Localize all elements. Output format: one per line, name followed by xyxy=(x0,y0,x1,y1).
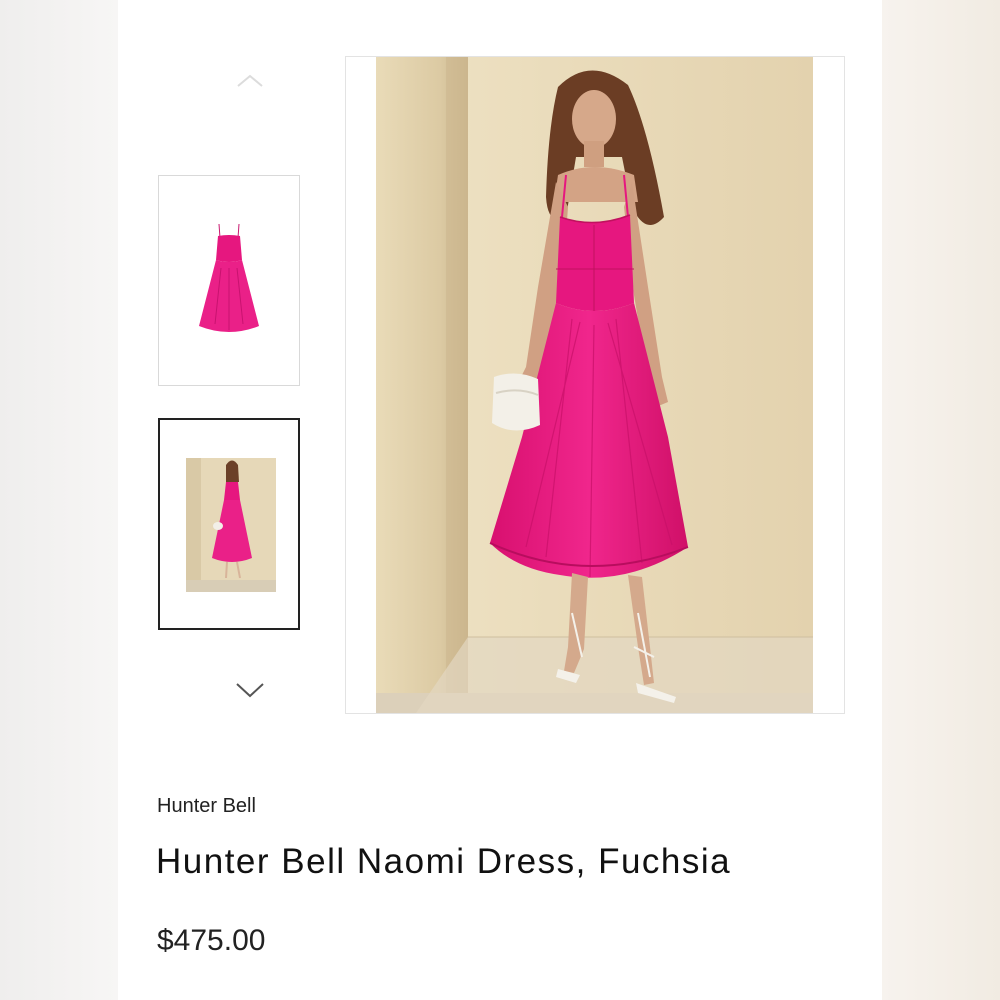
product-price: $475.00 xyxy=(157,924,266,957)
thumbnail-dress-flatlay[interactable] xyxy=(158,175,300,386)
model-in-dress-image xyxy=(376,57,813,713)
page: Hunter Bell Hunter Bell Naomi Dress, Fuc… xyxy=(0,0,1000,1000)
model-photo-image xyxy=(186,458,276,592)
chevron-down-icon[interactable] xyxy=(230,678,270,702)
dress-flatlay-image xyxy=(199,223,259,332)
main-product-image[interactable] xyxy=(345,56,845,714)
thumbnail-model-photo[interactable] xyxy=(158,418,300,630)
product-brand[interactable]: Hunter Bell xyxy=(157,795,256,818)
chevron-up-icon[interactable] xyxy=(230,68,270,92)
product-title: Hunter Bell Naomi Dress, Fuchsia xyxy=(156,842,732,881)
